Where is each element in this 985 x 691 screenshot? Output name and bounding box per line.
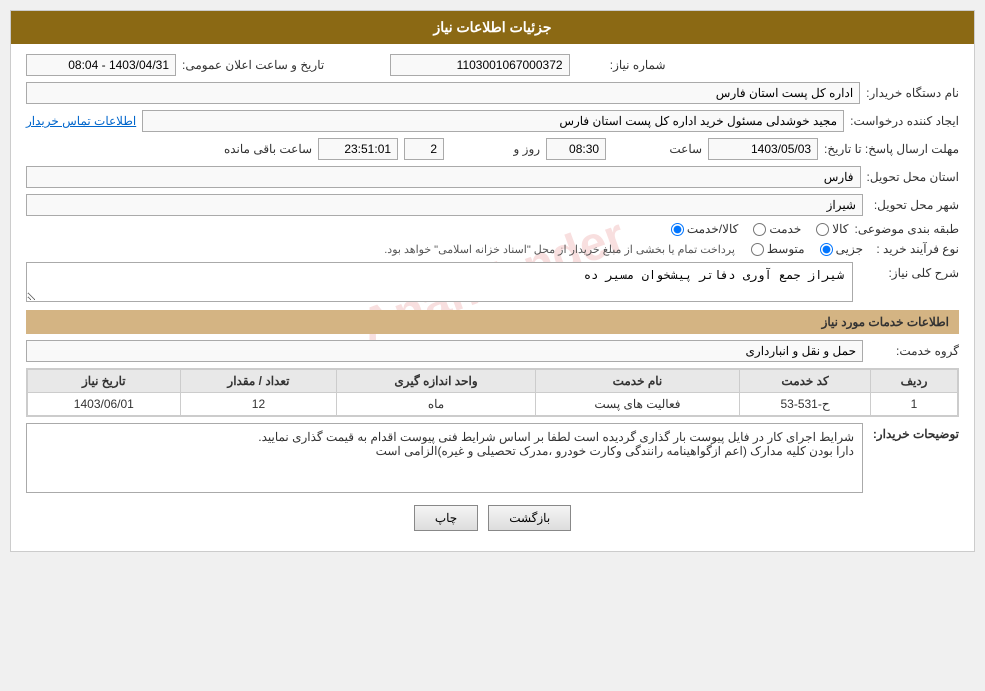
response-date-input: [708, 138, 818, 160]
creator-label: ایجاد کننده درخواست:: [850, 114, 959, 128]
purchase-jozi-radio[interactable]: [820, 243, 833, 256]
main-panel: AnahTender جزئیات اطلاعات نیاز شماره نیا…: [10, 10, 975, 552]
creator-input: [142, 110, 844, 132]
purchase-motavasset-item[interactable]: متوسط: [751, 242, 805, 256]
category-khedmat-label: خدمت: [769, 222, 801, 236]
announcement-date-input: [26, 54, 176, 76]
table-row: 1ح-531-53فعالیت های پستماه121403/06/01: [28, 393, 958, 416]
table-cell-quantity: 12: [180, 393, 337, 416]
category-khedmat-radio[interactable]: [753, 223, 766, 236]
response-days-input: [404, 138, 444, 160]
table-header-row: ردیف کد خدمت نام خدمت واحد اندازه گیری ت…: [28, 370, 958, 393]
response-deadline-label: مهلت ارسال پاسخ: تا تاریخ:: [824, 142, 959, 156]
category-kala-radio[interactable]: [816, 223, 829, 236]
buyer-org-row: نام دستگاه خریدار:: [26, 82, 959, 104]
need-number-input: [390, 54, 570, 76]
col-name: نام خدمت: [535, 370, 739, 393]
category-row: طبقه بندی موضوعی: کالا خدمت کالا/خدمت: [26, 222, 959, 236]
city-input: [26, 194, 863, 216]
purchase-type-row: نوع فرآیند خرید : جزیی متوسط پرداخت تمام…: [26, 242, 959, 256]
contact-info-link[interactable]: اطلاعات تماس خریدار: [26, 114, 136, 128]
col-unit: واحد اندازه گیری: [337, 370, 536, 393]
services-table-container: ردیف کد خدمت نام خدمت واحد اندازه گیری ت…: [26, 368, 959, 417]
description-textarea[interactable]: [26, 262, 853, 302]
category-label: طبقه بندی موضوعی:: [854, 222, 959, 236]
service-group-label: گروه خدمت:: [869, 344, 959, 358]
category-kala-khedmat-item[interactable]: کالا/خدمت: [671, 222, 738, 236]
panel-title: جزئیات اطلاعات نیاز: [433, 19, 551, 35]
table-cell-date: 1403/06/01: [28, 393, 181, 416]
purchase-jozi-label: جزیی: [836, 242, 863, 256]
province-label: استان محل تحویل:: [867, 170, 959, 184]
col-quantity: تعداد / مقدار: [180, 370, 337, 393]
category-kala-label: کالا: [832, 222, 848, 236]
response-time-label: ساعت: [612, 142, 702, 156]
city-label: شهر محل تحویل:: [869, 198, 959, 212]
purchase-type-radio-group: جزیی متوسط: [751, 242, 863, 256]
service-group-row: گروه خدمت:: [26, 340, 959, 362]
purchase-jozi-item[interactable]: جزیی: [820, 242, 863, 256]
purchase-motavasset-label: متوسط: [767, 242, 805, 256]
services-section-header: اطلاعات خدمات مورد نیاز: [26, 310, 959, 334]
buyer-notes-label: توضیحات خریدار:: [869, 423, 959, 441]
category-kala-khedmat-radio[interactable]: [671, 223, 684, 236]
buyer-org-label: نام دستگاه خریدار:: [866, 86, 959, 100]
city-row: شهر محل تحویل:: [26, 194, 959, 216]
province-row: استان محل تحویل:: [26, 166, 959, 188]
services-table: ردیف کد خدمت نام خدمت واحد اندازه گیری ت…: [27, 369, 958, 416]
need-number-row: شماره نیاز: تاریخ و ساعت اعلان عمومی:: [26, 54, 959, 76]
response-remaining-input: [318, 138, 398, 160]
buyer-org-input: [26, 82, 860, 104]
response-days-label: روز و: [450, 142, 540, 156]
response-time-input: [546, 138, 606, 160]
panel-header: جزئیات اطلاعات نیاز: [11, 11, 974, 44]
back-button[interactable]: بازگشت: [488, 505, 571, 531]
creator-row: ایجاد کننده درخواست: اطلاعات تماس خریدار: [26, 110, 959, 132]
page-wrapper: AnahTender جزئیات اطلاعات نیاز شماره نیا…: [0, 0, 985, 691]
description-row: شرح کلی نیاز:: [26, 262, 959, 302]
category-kala-khedmat-label: کالا/خدمت: [687, 222, 738, 236]
table-cell-unit: ماه: [337, 393, 536, 416]
panel-body: شماره نیاز: تاریخ و ساعت اعلان عمومی: نا…: [11, 44, 974, 551]
response-remaining-label: ساعت باقی مانده: [222, 142, 312, 156]
description-label: شرح کلی نیاز:: [859, 262, 959, 280]
col-code: کد خدمت: [740, 370, 871, 393]
table-cell-name: فعالیت های پست: [535, 393, 739, 416]
print-button[interactable]: چاپ: [414, 505, 478, 531]
category-kala-item[interactable]: کالا: [816, 222, 848, 236]
btn-row: بازگشت چاپ: [26, 505, 959, 541]
response-deadline-row: مهلت ارسال پاسخ: تا تاریخ: ساعت روز و سا…: [26, 138, 959, 160]
col-row-num: ردیف: [871, 370, 958, 393]
announcement-date-label: تاریخ و ساعت اعلان عمومی:: [182, 58, 324, 72]
purchase-motavasset-radio[interactable]: [751, 243, 764, 256]
service-group-input: [26, 340, 863, 362]
buyer-notes-textarea[interactable]: [26, 423, 863, 493]
purchase-type-note: پرداخت تمام یا بخشی از مبلغ خریدار از مح…: [384, 243, 735, 256]
table-cell-code: ح-531-53: [740, 393, 871, 416]
buyer-notes-row: توضیحات خریدار:: [26, 423, 959, 493]
purchase-type-label: نوع فرآیند خرید :: [869, 242, 959, 256]
category-khedmat-item[interactable]: خدمت: [753, 222, 801, 236]
category-radio-group: کالا خدمت کالا/خدمت: [671, 222, 849, 236]
col-date: تاریخ نیاز: [28, 370, 181, 393]
province-input: [26, 166, 861, 188]
table-cell-row: 1: [871, 393, 958, 416]
need-number-label: شماره نیاز:: [576, 58, 666, 72]
